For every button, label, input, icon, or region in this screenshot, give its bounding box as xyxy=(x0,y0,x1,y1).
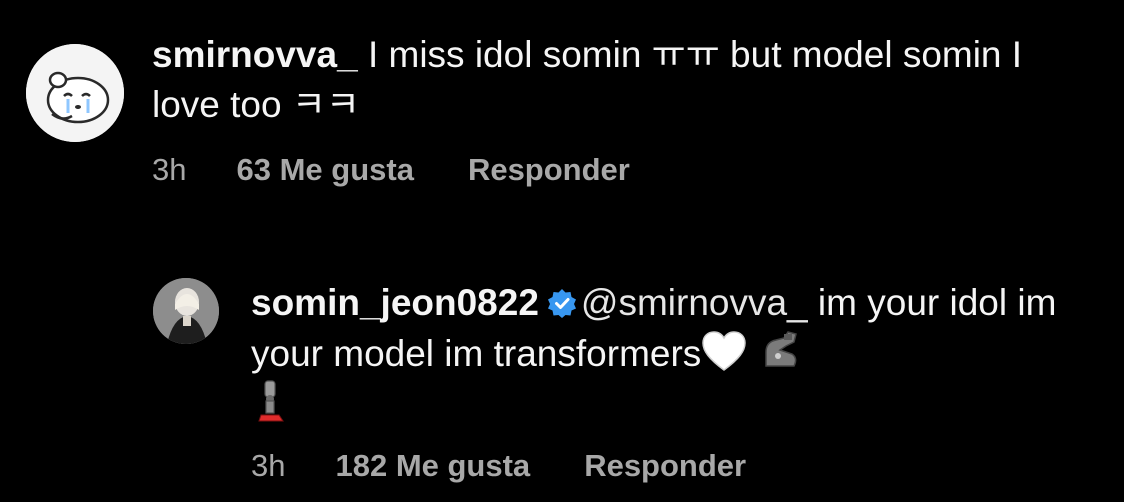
comment-time: 3h xyxy=(152,152,187,187)
verified-badge-icon xyxy=(547,289,576,318)
comment-meta: 3h 63 Me gusta Responder xyxy=(152,152,630,188)
comment-body: somin_jeon0822 @smirnovva_ im your idol … xyxy=(251,278,1091,432)
mechanical-arm-icon xyxy=(764,331,797,367)
profile-photo-avatar-icon xyxy=(153,278,219,344)
avatar[interactable] xyxy=(26,44,124,142)
comment-username[interactable]: somin_jeon0822 xyxy=(251,282,539,323)
comment-likes[interactable]: 63 Me gusta xyxy=(236,152,413,188)
mechanical-leg-icon xyxy=(258,380,284,422)
reply-button[interactable]: Responder xyxy=(468,152,630,188)
avatar[interactable] xyxy=(153,278,219,344)
comment-likes[interactable]: 182 Me gusta xyxy=(335,448,530,484)
reply-button[interactable]: Responder xyxy=(584,448,746,484)
crying-bear-avatar-icon xyxy=(26,44,124,142)
white-heart-icon xyxy=(702,331,747,371)
mention-link[interactable]: @smirnovva_ xyxy=(581,282,808,323)
comment-text-block: somin_jeon0822 @smirnovva_ im your idol … xyxy=(251,278,1091,432)
comment-username[interactable]: smirnovva_ xyxy=(152,34,358,75)
comment-meta: 3h 182 Me gusta Responder xyxy=(251,448,746,484)
comment-time: 3h xyxy=(251,448,286,483)
comment-body: smirnovva_ I miss idol somin ㅠㅠ but mode… xyxy=(152,30,1052,130)
comment-text-block: smirnovva_ I miss idol somin ㅠㅠ but mode… xyxy=(152,30,1052,130)
